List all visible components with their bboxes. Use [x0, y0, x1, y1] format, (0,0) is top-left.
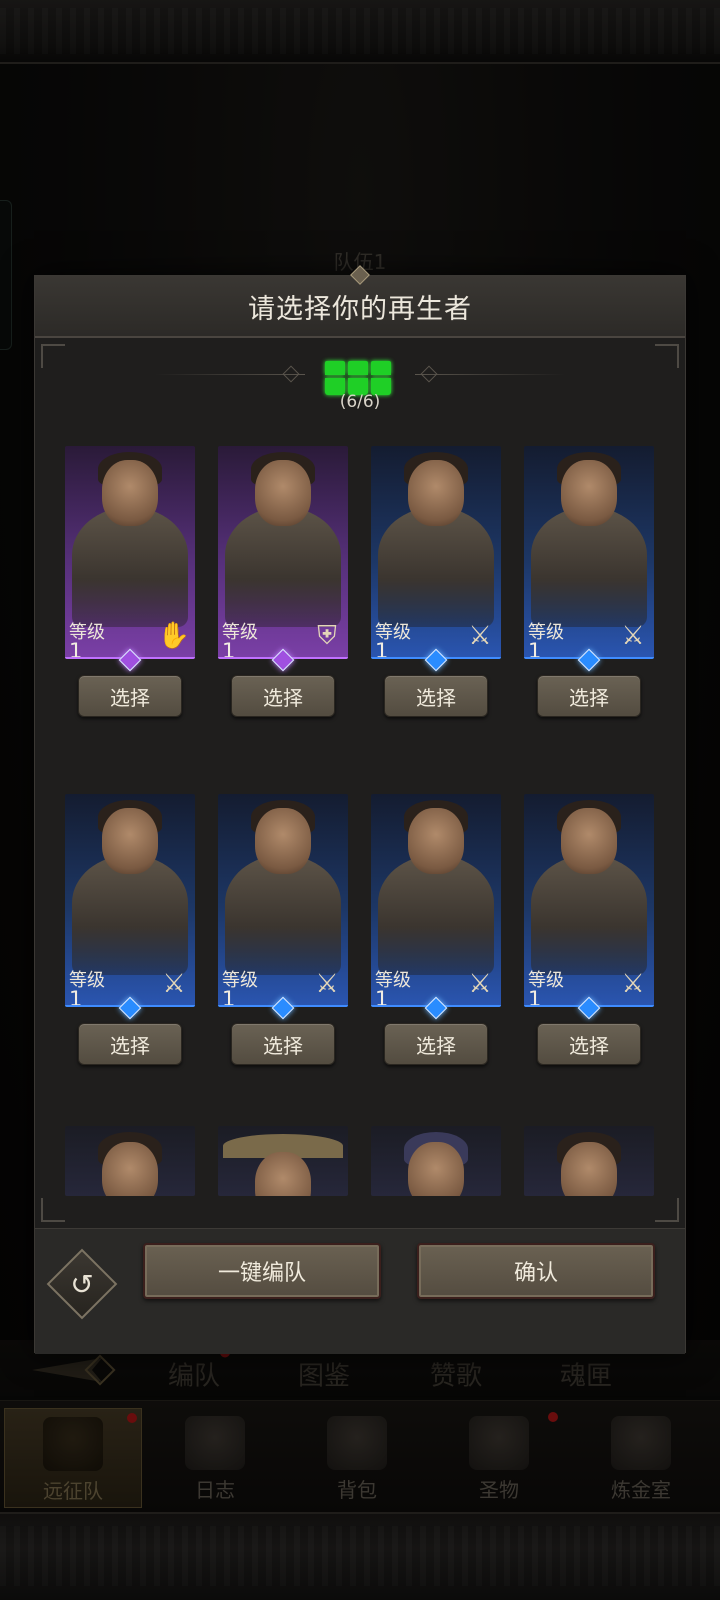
level-value: 1 — [222, 639, 236, 659]
hero-face — [561, 808, 617, 874]
sword-icon: ⚔ — [621, 621, 645, 651]
hero-card[interactable]: 等级 1 ✋ 选择 — [65, 426, 195, 718]
hero-portrait[interactable]: 等级 1 ⚔ — [371, 794, 501, 1007]
hero-roster[interactable]: 等级 1 ✋ 选择 等级 1 ⛨ 选择 等级 1 ⚔ 选择 等级 1 ⚔ 选择 等级 1 ⚔ 选择 等级 1 ⚔ 选择 等级 1 ⚔… — [65, 426, 665, 1196]
shield-icon: ⛨ — [317, 620, 337, 651]
hero-face — [408, 460, 464, 526]
hero-card[interactable]: 等级 1 ⚔ 选择 — [218, 774, 348, 1066]
undo-icon[interactable]: ↺ — [57, 1259, 107, 1309]
confirm-button[interactable]: 确认 — [417, 1243, 655, 1299]
hero-portrait[interactable]: 等级 1 ⚔ — [371, 446, 501, 659]
select-button[interactable]: 选择 — [537, 1023, 641, 1065]
hero-portrait[interactable]: 等级 1 ⚔ — [524, 446, 654, 659]
select-button[interactable]: 选择 — [78, 675, 182, 717]
hero-card-partial[interactable] — [218, 1126, 348, 1196]
hero-face — [102, 808, 158, 874]
select-button[interactable]: 选择 — [231, 1023, 335, 1065]
hero-face — [102, 460, 158, 526]
hero-card[interactable]: 等级 1 ⚔ 选择 — [65, 774, 195, 1066]
hero-card-partial[interactable] — [371, 1126, 501, 1196]
team-slots-count: (6/6) — [339, 392, 381, 412]
sword-icon: ⚔ — [621, 969, 645, 999]
select-hero-dialog: 请选择你的再生者 (6/6) 等级 1 ✋ 选择 等级 1 ⛨ 选择 等级 1 ⚔ 选择 等级 1 ⚔ 选择等… — [34, 265, 686, 1354]
sword-icon: ⚔ — [468, 621, 492, 651]
select-button[interactable]: 选择 — [231, 675, 335, 717]
hero-card[interactable]: 等级 1 ⛨ 选择 — [218, 426, 348, 718]
team-slots-grid — [325, 361, 395, 395]
level-value: 1 — [375, 639, 389, 659]
level-value: 1 — [528, 639, 542, 659]
select-button[interactable]: 选择 — [384, 1023, 488, 1065]
hero-face — [561, 460, 617, 526]
select-button[interactable]: 选择 — [537, 675, 641, 717]
level-value: 1 — [222, 987, 236, 1007]
hero-card-partial[interactable] — [65, 1126, 195, 1196]
hero-face — [408, 808, 464, 874]
auto-formation-button[interactable]: 一键编队 — [143, 1243, 381, 1299]
hero-portrait[interactable]: 等级 1 ⚔ — [218, 794, 348, 1007]
hero-card-partial[interactable] — [524, 1126, 654, 1196]
level-value: 1 — [528, 987, 542, 1007]
hero-portrait[interactable]: 等级 1 ⚔ — [524, 794, 654, 1007]
hero-portrait[interactable]: 等级 1 ⛨ — [218, 446, 348, 659]
hero-card[interactable]: 等级 1 ⚔ 选择 — [371, 426, 501, 718]
corner-ornament — [41, 1198, 65, 1222]
corner-ornament — [655, 1198, 679, 1222]
team-slot — [371, 361, 391, 375]
hero-card[interactable]: 等级 1 ⚔ 选择 — [371, 774, 501, 1066]
level-value: 1 — [69, 987, 83, 1007]
select-button[interactable]: 选择 — [78, 1023, 182, 1065]
select-button[interactable]: 选择 — [384, 675, 488, 717]
team-slot — [348, 361, 368, 375]
level-value: 1 — [69, 639, 83, 659]
hero-card[interactable]: 等级 1 ⚔ 选择 — [524, 426, 654, 718]
dialog-footer: ↺ 一键编队 确认 — [35, 1228, 685, 1354]
hero-face — [255, 808, 311, 874]
hero-portrait[interactable]: 等级 1 ⚔ — [65, 794, 195, 1007]
hand-icon: ✋ — [157, 621, 191, 651]
dialog-title: 请选择你的再生者 — [248, 293, 472, 325]
hero-portrait[interactable]: 等级 1 ✋ — [65, 446, 195, 659]
hero-face — [255, 460, 311, 526]
dialog-header: 请选择你的再生者 — [35, 265, 685, 338]
level-value: 1 — [375, 987, 389, 1007]
hero-card[interactable]: 等级 1 ⚔ 选择 — [524, 774, 654, 1066]
sword-icon: ⚔ — [162, 969, 186, 999]
sword-icon: ⚔ — [315, 969, 339, 999]
team-slot — [325, 361, 345, 375]
sword-icon: ⚔ — [468, 969, 492, 999]
